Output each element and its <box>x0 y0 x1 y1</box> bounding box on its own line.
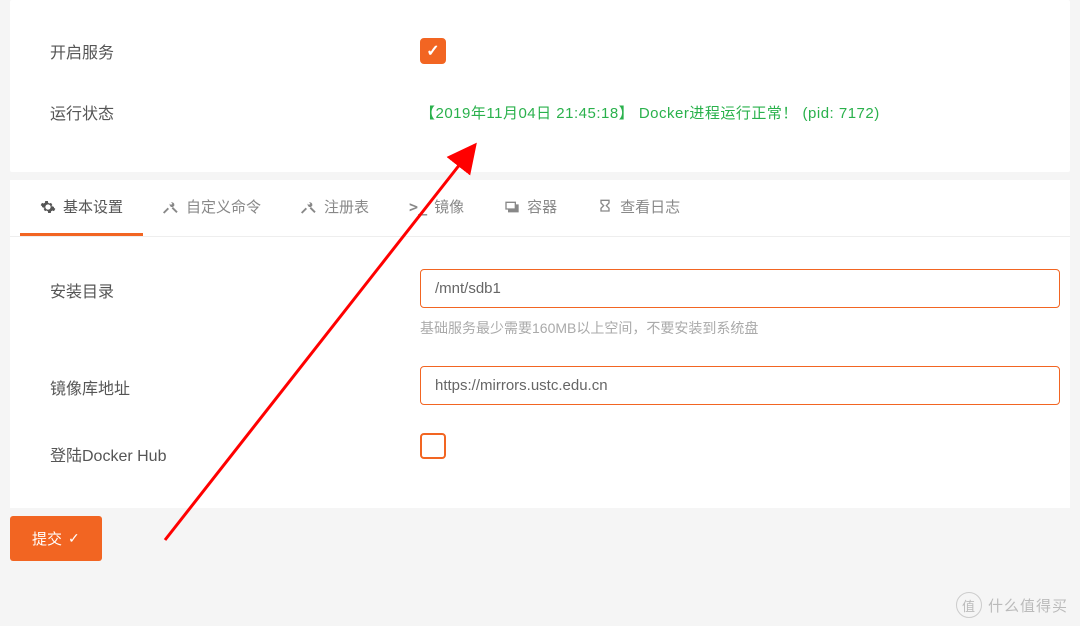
install-dir-label: 安装目录 <box>10 269 420 302</box>
tab-label: 注册表 <box>324 196 369 217</box>
gear-icon <box>40 199 56 215</box>
tab-label: 查看日志 <box>620 196 680 217</box>
install-dir-hint: 基础服务最少需要160MB以上空间，不要安装到系统盘 <box>420 318 1070 338</box>
hourglass-icon <box>597 199 613 215</box>
install-dir-input[interactable] <box>420 269 1060 308</box>
mirror-url-input[interactable] <box>420 366 1060 405</box>
login-dockerhub-checkbox[interactable] <box>420 433 446 459</box>
tools-icon <box>301 199 317 215</box>
watermark-text: 什么值得买 <box>988 595 1068 616</box>
tab-basic-settings[interactable]: 基本设置 <box>20 180 143 236</box>
submit-button-label: 提交 <box>32 528 62 549</box>
status-label: 运行状态 <box>10 100 420 124</box>
tab-containers[interactable]: 容器 <box>484 180 577 236</box>
container-icon <box>504 199 520 215</box>
tools-icon <box>163 199 179 215</box>
login-dockerhub-label: 登陆Docker Hub <box>10 433 420 466</box>
tab-label: 自定义命令 <box>186 196 261 217</box>
tab-label: 镜像 <box>434 196 464 217</box>
terminal-icon: >_ <box>409 198 427 216</box>
enable-service-checkbox[interactable] <box>420 38 446 64</box>
tab-images[interactable]: >_ 镜像 <box>389 180 484 236</box>
tab-label: 基本设置 <box>63 196 123 217</box>
tab-label: 容器 <box>527 196 557 217</box>
tabs-bar: 基本设置 自定义命令 注册表 >_ 镜像 容器 查看日志 <box>10 180 1070 237</box>
enable-service-label: 开启服务 <box>10 39 420 63</box>
tab-logs[interactable]: 查看日志 <box>577 180 700 236</box>
tab-registry[interactable]: 注册表 <box>281 180 389 236</box>
submit-button[interactable]: 提交 <box>10 516 102 561</box>
tab-custom-commands[interactable]: 自定义命令 <box>143 180 281 236</box>
watermark-icon: 值 <box>956 592 982 618</box>
watermark: 值 什么值得买 <box>956 592 1068 618</box>
status-text: 【2019年11月04日 21:45:18】 Docker进程运行正常！ (pi… <box>420 105 880 122</box>
mirror-url-label: 镜像库地址 <box>10 366 420 399</box>
